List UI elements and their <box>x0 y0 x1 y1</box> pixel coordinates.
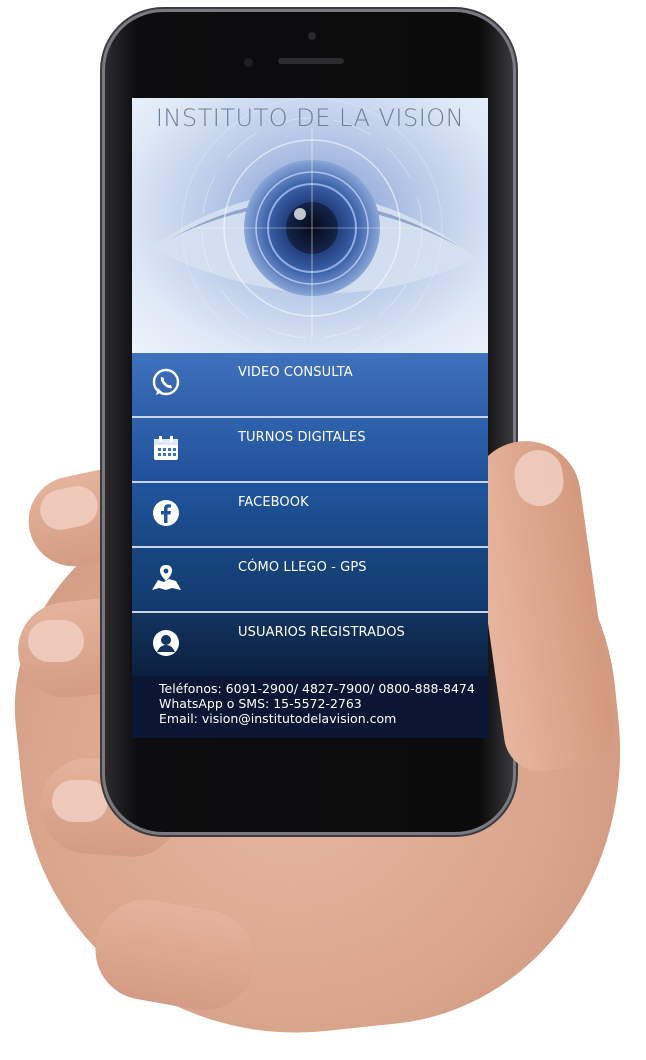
menu-label: VIDEO CONSULTA <box>238 365 353 380</box>
phone-speaker <box>278 58 344 64</box>
app-title: INSTITUTO DE LA VISION <box>155 104 465 132</box>
menu-item-usuarios-registrados[interactable]: USUARIOS REGISTRADOS <box>132 613 488 678</box>
menu-label: FACEBOOK <box>238 495 309 510</box>
phone-camera <box>244 58 253 67</box>
fingernail <box>28 620 84 662</box>
menu-label: TURNOS DIGITALES <box>238 430 366 445</box>
main-menu: VIDEO CONSULTA TURNOS DIGITALES FACEBOOK <box>132 353 488 678</box>
user-icon <box>153 630 179 656</box>
map-pin-icon <box>152 565 181 590</box>
menu-item-video-consulta[interactable]: VIDEO CONSULTA <box>132 353 488 418</box>
menu-item-como-llego-gps[interactable]: CÓMO LLEGO - GPS <box>132 548 488 613</box>
phone-sensor <box>308 32 316 40</box>
calendar-icon <box>154 436 178 460</box>
menu-label: USUARIOS REGISTRADOS <box>238 625 405 640</box>
contact-whatsapp: WhatsApp o SMS: 15-5572-2763 <box>159 696 362 711</box>
contact-info: Teléfonos: 6091-2900/ 4827-7900/ 0800-88… <box>132 676 488 738</box>
menu-item-facebook[interactable]: FACEBOOK <box>132 483 488 548</box>
eye-illustration <box>150 98 477 353</box>
whatsapp-icon <box>152 368 180 396</box>
menu-item-turnos-digitales[interactable]: TURNOS DIGITALES <box>132 418 488 483</box>
fingernail <box>52 780 108 822</box>
contact-phones: Teléfonos: 6091-2900/ 4827-7900/ 0800-88… <box>159 681 475 696</box>
menu-label: CÓMO LLEGO - GPS <box>238 560 367 575</box>
contact-email: Email: vision@institutodelavision.com <box>159 711 397 726</box>
phone-screen: INSTITUTO DE LA VISION VIDEO CONSULTA TU… <box>132 98 488 738</box>
hero-banner: INSTITUTO DE LA VISION <box>132 98 488 353</box>
facebook-icon <box>153 500 179 526</box>
